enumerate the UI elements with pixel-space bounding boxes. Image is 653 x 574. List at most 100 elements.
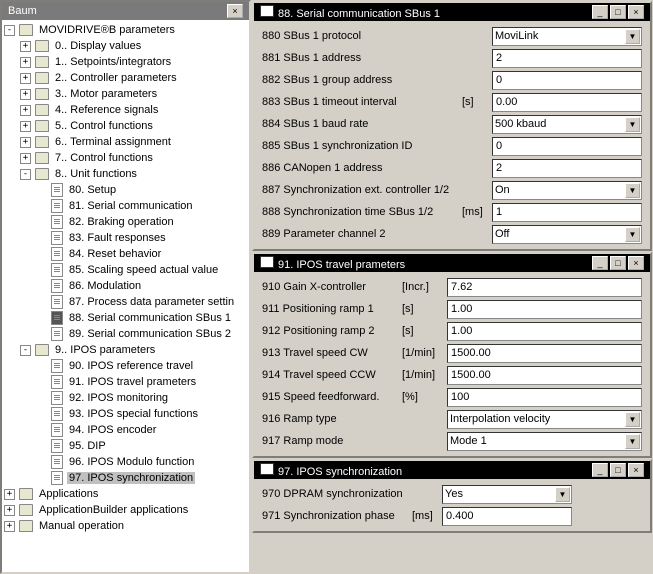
folder-icon (19, 24, 33, 36)
expand-icon[interactable]: + (4, 489, 15, 500)
tree-view[interactable]: -MOVIDRIVE®B parameters+0.. Display valu… (2, 20, 249, 572)
expand-icon[interactable]: + (4, 505, 15, 516)
param-input[interactable] (442, 507, 572, 526)
expand-icon[interactable]: - (4, 25, 15, 36)
expand-icon[interactable]: + (20, 73, 31, 84)
close-icon[interactable]: × (628, 256, 644, 270)
param-select[interactable]: Yes▼ (442, 485, 572, 504)
expand-icon[interactable]: + (20, 153, 31, 164)
tree-item[interactable]: +4.. Reference signals (4, 102, 247, 118)
chevron-down-icon[interactable]: ▼ (625, 434, 640, 449)
param-label: 883 SBus 1 timeout interval (262, 96, 462, 108)
tree-item[interactable]: 84. Reset behavior (4, 246, 247, 262)
param-input[interactable] (492, 203, 642, 222)
select-value: On (495, 184, 510, 196)
tree-item[interactable]: 82. Braking operation (4, 214, 247, 230)
param-select[interactable]: On ▼ (492, 181, 642, 200)
tree-item[interactable]: +5.. Control functions (4, 118, 247, 134)
param-input[interactable] (447, 322, 642, 341)
tree-item[interactable]: 86. Modulation (4, 278, 247, 294)
maximize-icon[interactable]: □ (610, 463, 626, 477)
folder-icon (35, 120, 49, 132)
param-select[interactable]: 500 kbaud▼ (492, 115, 642, 134)
expand-icon[interactable]: + (20, 89, 31, 100)
tree-item[interactable]: 85. Scaling speed actual value (4, 262, 247, 278)
param-row: 880 SBus 1 protocolMoviLink▼ (262, 25, 642, 47)
tree-item[interactable]: +Manual operation (4, 518, 247, 534)
tree-item[interactable]: 89. Serial communication SBus 2 (4, 326, 247, 342)
tree-label: 93. IPOS special functions (67, 408, 200, 420)
tree-item[interactable]: 83. Fault responses (4, 230, 247, 246)
param-input[interactable] (492, 71, 642, 90)
tree-label: 91. IPOS travel prameters (67, 376, 198, 388)
close-icon[interactable]: × (628, 463, 644, 477)
expand-icon[interactable]: + (4, 521, 15, 532)
param-select[interactable]: Interpolation velocity▼ (447, 410, 642, 429)
tree-item[interactable]: 87. Process data parameter settin (4, 294, 247, 310)
chevron-down-icon[interactable]: ▼ (555, 487, 570, 502)
tree-item[interactable]: 93. IPOS special functions (4, 406, 247, 422)
folder-icon (19, 520, 33, 532)
param-input[interactable] (492, 137, 642, 156)
expand-icon[interactable]: - (20, 345, 31, 356)
param-label: 916 Ramp type (262, 413, 402, 425)
tree-item[interactable]: +ApplicationBuilder applications (4, 502, 247, 518)
chevron-down-icon[interactable]: ▼ (625, 29, 640, 44)
tree-item[interactable]: -9.. IPOS parameters (4, 342, 247, 358)
tree-item[interactable]: +7.. Control functions (4, 150, 247, 166)
param-input[interactable] (447, 344, 642, 363)
expand-icon[interactable]: + (20, 105, 31, 116)
maximize-icon[interactable]: □ (610, 5, 626, 19)
window-97-titlebar[interactable]: 97. IPOS synchronization _ □ × (254, 461, 650, 479)
param-select[interactable]: Off▼ (492, 225, 642, 244)
tree-item[interactable]: 95. DIP (4, 438, 247, 454)
tree-item[interactable]: 90. IPOS reference travel (4, 358, 247, 374)
expand-icon[interactable]: + (20, 121, 31, 132)
close-icon[interactable]: × (227, 4, 243, 18)
expand-icon[interactable]: + (20, 57, 31, 68)
tree-item[interactable]: +1.. Setpoints/integrators (4, 54, 247, 70)
chevron-down-icon[interactable]: ▼ (625, 227, 640, 242)
expand-icon[interactable]: + (20, 137, 31, 148)
chevron-down-icon[interactable]: ▼ (625, 117, 640, 132)
param-label: 970 DPRAM synchronization (262, 488, 412, 500)
tree-item[interactable]: +3.. Motor parameters (4, 86, 247, 102)
window-88-titlebar[interactable]: 88. Serial communication SBus 1 _ □ × (254, 3, 650, 21)
chevron-down-icon[interactable]: ▼ (625, 412, 640, 427)
tree-item[interactable]: 80. Setup (4, 182, 247, 198)
tree-item[interactable]: +6.. Terminal assignment (4, 134, 247, 150)
tree-item[interactable]: 94. IPOS encoder (4, 422, 247, 438)
tree-item[interactable]: +0.. Display values (4, 38, 247, 54)
folder-icon (35, 56, 49, 68)
param-input[interactable] (447, 300, 642, 319)
tree-item[interactable]: 92. IPOS monitoring (4, 390, 247, 406)
param-input[interactable] (492, 159, 642, 178)
tree-item[interactable]: +2.. Controller parameters (4, 70, 247, 86)
tree-item[interactable]: +Applications (4, 486, 247, 502)
minimize-icon[interactable]: _ (592, 5, 608, 19)
param-input[interactable] (447, 366, 642, 385)
tree-item[interactable]: -MOVIDRIVE®B parameters (4, 22, 247, 38)
tree-item[interactable]: 91. IPOS travel prameters (4, 374, 247, 390)
expand-icon[interactable]: + (20, 41, 31, 52)
chevron-down-icon[interactable]: ▼ (625, 183, 640, 198)
param-input[interactable] (447, 388, 642, 407)
maximize-icon[interactable]: □ (610, 256, 626, 270)
tree-item[interactable]: 81. Serial communication (4, 198, 247, 214)
window-91-titlebar[interactable]: 91. IPOS travel prameters _ □ × (254, 254, 650, 272)
minimize-icon[interactable]: _ (592, 256, 608, 270)
param-input[interactable] (492, 49, 642, 68)
tree-item[interactable]: 96. IPOS Modulo function (4, 454, 247, 470)
minimize-icon[interactable]: _ (592, 463, 608, 477)
tree-item[interactable]: 88. Serial communication SBus 1 (4, 310, 247, 326)
tree-item[interactable]: -8.. Unit functions (4, 166, 247, 182)
expand-icon[interactable]: - (20, 169, 31, 180)
param-select[interactable]: Mode 1▼ (447, 432, 642, 451)
tree-item[interactable]: 97. IPOS synchronization (4, 470, 247, 486)
param-input[interactable] (492, 93, 642, 112)
close-icon[interactable]: × (628, 5, 644, 19)
param-select[interactable]: MoviLink▼ (492, 27, 642, 46)
param-label: 971 Synchronization phase (262, 510, 412, 522)
param-input[interactable] (447, 278, 642, 297)
tree-label: 4.. Reference signals (53, 104, 160, 116)
